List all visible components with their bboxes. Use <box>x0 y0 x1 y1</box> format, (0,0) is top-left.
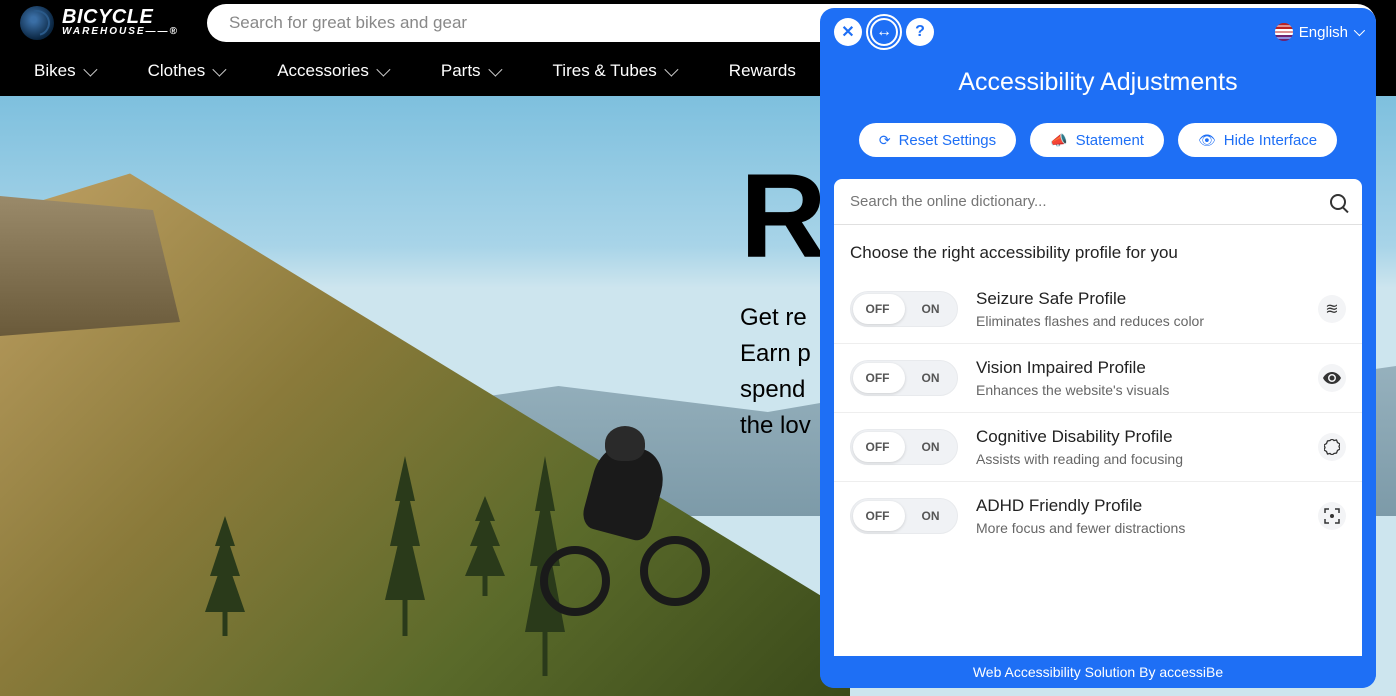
a11y-footer[interactable]: Web Accessibility Solution By accessiBe <box>820 656 1376 688</box>
profile-desc: Assists with reading and focusing <box>976 451 1300 467</box>
chevron-down-icon <box>488 62 502 76</box>
profile-vision-impaired: OFF ON Vision Impaired Profile Enhances … <box>834 344 1362 413</box>
logo-main-text: BICYCLE <box>62 8 179 26</box>
eye-icon <box>1318 364 1346 392</box>
profile-desc: More focus and fewer distractions <box>976 520 1300 536</box>
toggle-adhd-friendly[interactable]: OFF ON <box>850 498 958 534</box>
eye-off-icon: 👁 <box>1198 132 1216 149</box>
nav-clothes[interactable]: Clothes <box>148 61 224 81</box>
logo-sub-text: WAREHOUSE——® <box>62 26 179 37</box>
chevron-down-icon <box>376 62 390 76</box>
biker-graphic <box>540 416 720 616</box>
profile-title: Cognitive Disability Profile <box>976 427 1300 447</box>
language-selector[interactable]: English <box>1275 23 1362 41</box>
profile-desc: Eliminates flashes and reduces color <box>976 313 1300 329</box>
a11y-topbar: ✕ ↔ ? English <box>820 8 1376 56</box>
chevron-down-icon <box>664 62 678 76</box>
a11y-actions: ⟳ Reset Settings 📣 Statement 👁 Hide Inte… <box>820 123 1376 157</box>
megaphone-icon: 📣 <box>1050 132 1067 149</box>
nav-bikes[interactable]: Bikes <box>34 61 94 81</box>
chevron-down-icon <box>213 62 227 76</box>
chevron-down-icon <box>83 62 97 76</box>
hide-interface-button[interactable]: 👁 Hide Interface <box>1178 123 1337 157</box>
profile-adhd-friendly: OFF ON ADHD Friendly Profile More focus … <box>834 482 1362 550</box>
logo-swirl-icon <box>20 6 54 40</box>
refresh-icon: ⟳ <box>879 132 891 149</box>
accessibility-panel: ✕ ↔ ? English Accessibility Adjustments … <box>820 8 1376 688</box>
logo[interactable]: BICYCLE WAREHOUSE——® <box>20 6 179 40</box>
profile-title: Seizure Safe Profile <box>976 289 1300 309</box>
toggle-vision-impaired[interactable]: OFF ON <box>850 360 958 396</box>
close-button[interactable]: ✕ <box>834 18 862 46</box>
chevron-down-icon <box>1354 25 1365 36</box>
dictionary-search <box>834 179 1362 225</box>
nav-tires[interactable]: Tires & Tubes <box>553 61 675 81</box>
nav-accessories[interactable]: Accessories <box>277 61 387 81</box>
dictionary-input[interactable] <box>850 193 1330 210</box>
badge-icon <box>1318 433 1346 461</box>
hero-body: Get re Earn p spend the lov <box>740 300 825 444</box>
toggle-cognitive-disability[interactable]: OFF ON <box>850 429 958 465</box>
rock-graphic <box>0 196 180 336</box>
flag-us-icon <box>1275 23 1293 41</box>
profile-heading: Choose the right accessibility profile f… <box>834 225 1362 275</box>
profile-seizure-safe: OFF ON Seizure Safe Profile Eliminates f… <box>834 275 1362 344</box>
profile-title: ADHD Friendly Profile <box>976 496 1300 516</box>
close-icon: ✕ <box>841 22 854 42</box>
language-label: English <box>1299 24 1348 41</box>
wave-icon: ≋ <box>1318 295 1346 323</box>
position-toggle-button[interactable]: ↔ <box>870 18 898 46</box>
a11y-title: Accessibility Adjustments <box>820 68 1376 97</box>
statement-button[interactable]: 📣 Statement <box>1030 123 1164 157</box>
help-button[interactable]: ? <box>906 18 934 46</box>
nav-rewards[interactable]: Rewards <box>729 61 796 81</box>
reset-settings-button[interactable]: ⟳ Reset Settings <box>859 123 1016 157</box>
toggle-seizure-safe[interactable]: OFF ON <box>850 291 958 327</box>
arrows-horizontal-icon: ↔ <box>876 23 892 41</box>
hero-title: R <box>740 156 825 276</box>
question-icon: ? <box>915 23 925 41</box>
profile-desc: Enhances the website's visuals <box>976 382 1300 398</box>
hero-text-block: R Get re Earn p spend the lov <box>740 156 825 444</box>
focus-icon <box>1318 502 1346 530</box>
nav-parts[interactable]: Parts <box>441 61 499 81</box>
profile-title: Vision Impaired Profile <box>976 358 1300 378</box>
profile-cognitive-disability: OFF ON Cognitive Disability Profile Assi… <box>834 413 1362 482</box>
search-icon[interactable] <box>1330 194 1346 210</box>
a11y-body: Choose the right accessibility profile f… <box>834 179 1362 656</box>
